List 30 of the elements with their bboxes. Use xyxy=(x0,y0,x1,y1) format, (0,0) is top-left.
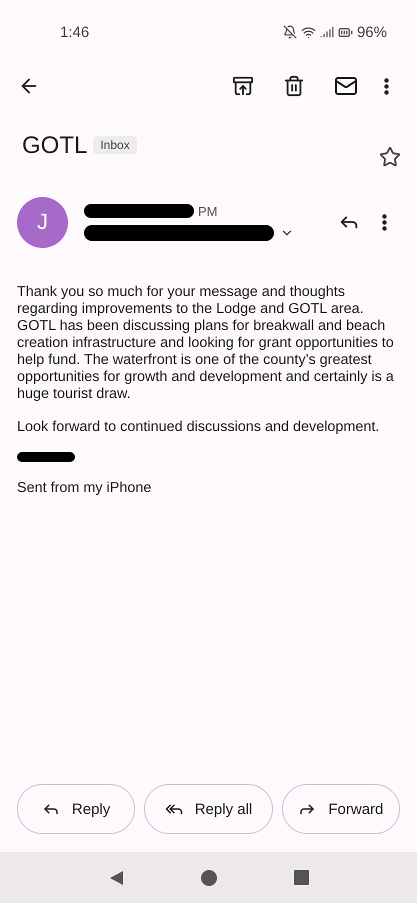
back-triangle-icon[interactable] xyxy=(108,870,124,886)
sender-avatar: J xyxy=(17,196,68,248)
action-button[interactable]: Reply xyxy=(17,784,136,834)
message-paragraph: Thank you so much for your message and thoughts regarding improvements to the Lodge and GOTL area. GOTL has been discussing plans for breakwall and beach creation infrastructure and looking for grant opportunities to help fund. The waterfront is one of the county’s greatest opportunities for growth and development and certainly is a huge tourist draw. xyxy=(17,284,395,403)
mail-icon xyxy=(334,74,358,98)
action-button[interactable]: Reply all xyxy=(144,784,273,834)
more-options-button[interactable] xyxy=(384,78,389,94)
email-signature: Sent from my iPhone xyxy=(17,480,152,497)
trash-icon xyxy=(283,75,305,97)
signal-icon xyxy=(320,25,334,39)
message-paragraph: Look forward to continued discussions and development. xyxy=(17,419,380,436)
archive-icon xyxy=(232,75,254,97)
mail-button[interactable] xyxy=(334,74,358,98)
star-icon xyxy=(379,146,401,168)
star-button[interactable] xyxy=(379,146,401,168)
inbox-label: Inbox xyxy=(93,136,137,154)
battery-percent: 96% xyxy=(356,24,387,40)
wifi-icon xyxy=(300,24,316,40)
more-vertical-icon xyxy=(384,78,389,94)
clock-time: 1:46 xyxy=(60,24,90,40)
email-subject: GOTL xyxy=(22,132,88,160)
delete-button[interactable] xyxy=(283,75,305,97)
sent-time: PM xyxy=(198,204,218,218)
archive-button[interactable] xyxy=(232,75,254,97)
bell-off-icon xyxy=(282,25,297,39)
more-options-button[interactable] xyxy=(382,214,387,230)
redaction-scribble xyxy=(17,452,75,462)
home-circle-icon[interactable] xyxy=(200,868,218,886)
more-vertical-icon xyxy=(382,214,387,230)
action-button[interactable]: Forward xyxy=(282,784,400,834)
